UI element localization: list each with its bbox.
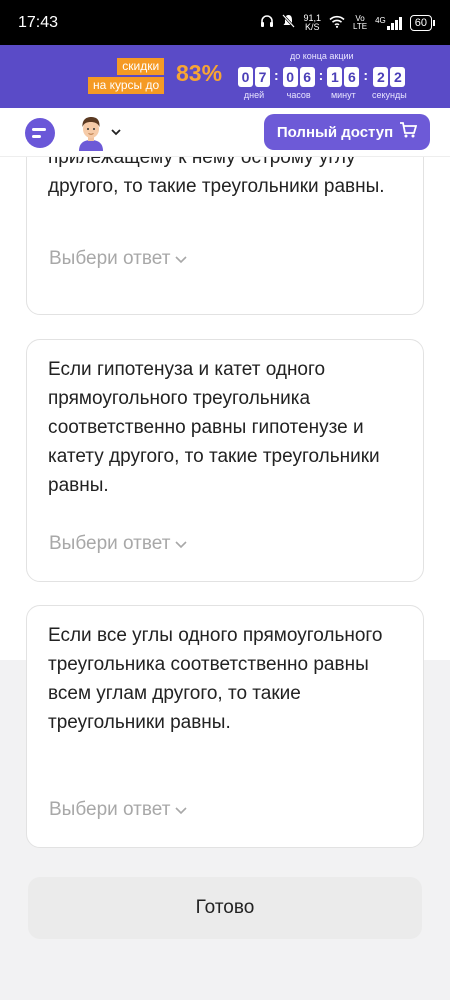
cart-icon: [399, 122, 418, 142]
headphones-icon: [260, 14, 274, 31]
answer-dropdown[interactable]: Выбери ответ: [49, 248, 188, 270]
network-speed-unit: K/S: [304, 21, 320, 32]
battery-icon: 60: [409, 14, 436, 31]
timer-label: дней: [243, 90, 265, 100]
countdown-timer: 0 7 дней : 0 6 часов : 1 6 минут : 2 2 с…: [238, 67, 407, 100]
statement-card: Если все углы одного прямоугольного треу…: [26, 605, 424, 848]
statement-text: Если гипотенуза и катет одного прямоугол…: [48, 359, 380, 496]
promo-tag-discount: скидки: [117, 58, 165, 75]
status-bar: 17:43 91,1 K/S Vo LTE 4G 60: [0, 0, 450, 45]
timer-separator: :: [274, 67, 279, 83]
timer-separator: :: [318, 67, 324, 83]
timer-seconds: 2 2 секунды: [372, 67, 407, 100]
promo-labels: скидки на курсы до: [88, 58, 165, 94]
timer-digit: 0: [282, 67, 298, 87]
avatar[interactable]: [76, 115, 106, 151]
muted-bell-icon: [282, 14, 296, 31]
full-access-button[interactable]: Полный доступ: [264, 114, 430, 150]
timer-minutes: 1 6 минут: [327, 67, 360, 100]
timer-digit: 6: [344, 67, 360, 87]
answer-dropdown[interactable]: Выбери ответ: [49, 799, 188, 821]
timer-label: часов: [286, 90, 311, 100]
timer-digit: 2: [390, 67, 406, 87]
chevron-down-icon: [174, 533, 188, 555]
timer-label: минут: [330, 90, 356, 100]
signal-bars-icon: [386, 16, 402, 30]
full-access-label: Полный доступ: [276, 123, 394, 141]
timer-digit: 6: [299, 67, 315, 87]
exercise-content[interactable]: прилежащему к нему острому углу другого,…: [0, 157, 450, 1000]
battery-level: 60: [414, 16, 427, 29]
chevron-down-icon[interactable]: [110, 124, 122, 140]
timer-digit: 2: [373, 67, 389, 87]
volte-indicator: Vo LTE: [353, 14, 368, 31]
promo-banner[interactable]: скидки на курсы до 83% до конца акции 0 …: [0, 45, 450, 108]
status-icons: 91,1 K/S Vo LTE 4G 60: [260, 13, 436, 32]
statement-text: прилежащему к нему острому углу другого,…: [48, 157, 385, 197]
answer-dropdown-label: Выбери ответ: [49, 799, 171, 820]
wifi-icon: [329, 15, 345, 31]
answer-dropdown-label: Выбери ответ: [49, 533, 171, 554]
statement-card: Если гипотенуза и катет одного прямоугол…: [26, 339, 424, 582]
volte-bottom: LTE: [353, 21, 368, 31]
cell-signal: 4G: [375, 16, 402, 30]
answer-dropdown[interactable]: Выбери ответ: [49, 533, 188, 555]
timer-hours: 0 6 часов: [282, 67, 315, 100]
timer-digit: 7: [255, 67, 270, 87]
network-speed: 91,1 K/S: [303, 13, 321, 32]
promo-tag-courses: на курсы до: [88, 77, 165, 94]
timer-separator: :: [363, 67, 369, 83]
statement-card: прилежащему к нему острому углу другого,…: [26, 157, 424, 315]
chevron-down-icon: [174, 248, 188, 270]
network-generation: 4G: [375, 15, 386, 25]
timer-days: 0 7 дней: [238, 67, 270, 100]
done-button[interactable]: Готово: [28, 877, 422, 939]
timer-label: секунды: [372, 90, 407, 100]
timer-digit: 1: [327, 67, 343, 87]
answer-dropdown-label: Выбери ответ: [49, 248, 171, 269]
status-time: 17:43: [18, 13, 59, 31]
promo-until-label: до конца акции: [290, 51, 354, 61]
chevron-down-icon: [174, 799, 188, 821]
timer-digit: 0: [238, 67, 253, 87]
chat-logo-icon[interactable]: [25, 118, 55, 148]
promo-percent: 83%: [176, 60, 223, 86]
app-header: Полный доступ: [0, 108, 450, 157]
statement-text: Если все углы одного прямоугольного треу…: [48, 625, 383, 733]
